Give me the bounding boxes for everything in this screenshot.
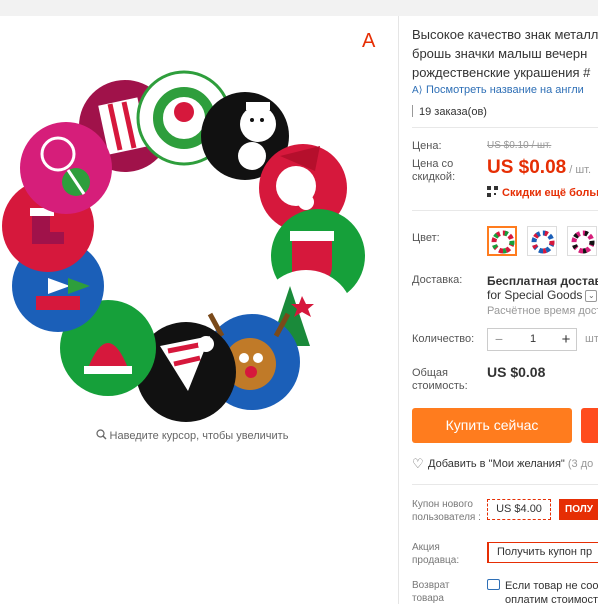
more-discounts-link[interactable]: Скидки ещё больш <box>487 186 598 199</box>
color-swatch-2[interactable] <box>527 226 557 256</box>
buy-now-button[interactable]: Купить сейчас <box>412 408 572 443</box>
old-price: US $0.10 / шт. <box>487 140 552 151</box>
zoom-hint-text: Наведите курсор, чтобы увеличить <box>109 430 289 442</box>
title-line: брошь значки малыш вечерн <box>412 46 588 61</box>
total-label: Общая стоимость: <box>412 367 468 392</box>
total-price: US $0.08 <box>487 364 546 380</box>
discount-price-label: Цена со скидкой: <box>412 158 456 183</box>
wishlist-count: (3 до <box>567 458 594 470</box>
product-gallery: A Наведите курсор, чтобы увеличить <box>0 16 398 604</box>
product-title: Высокое качество знак металл брошь значк… <box>412 25 598 82</box>
discount-price: US $0.08/ шт. <box>487 157 592 178</box>
separator <box>412 105 413 117</box>
swatch-thumbnail <box>571 230 595 254</box>
order-count: 19 заказа(ов) <box>412 105 487 118</box>
quantity-label: Количество: <box>412 333 475 345</box>
divider-line <box>412 127 598 128</box>
quantity-minus-button[interactable]: − <box>488 329 510 350</box>
color-swatch-1[interactable] <box>487 226 517 256</box>
color-swatch-3[interactable] <box>567 226 597 256</box>
translate-icon: A⟩ <box>412 85 423 96</box>
shipping-method: Бесплатная доставка <box>487 274 598 288</box>
translate-link[interactable]: A⟩ Посмотреть название на англи <box>412 84 584 96</box>
color-label: Цвет: <box>412 232 440 244</box>
coupon-value: US $4.00 <box>487 499 551 520</box>
shipping-eta: Расчётное время дост <box>487 305 598 317</box>
seller-coupon-button[interactable]: Получить купон пр <box>487 542 598 563</box>
shipping-carrier-select[interactable]: for Special Goods ⌄ <box>487 288 598 302</box>
title-line: рождественские украшения # <box>412 65 591 80</box>
quantity-plus-button[interactable]: + <box>556 329 576 350</box>
shipping-label: Доставка: <box>412 274 463 286</box>
returns-info: Если товар не соо оплатим стоимост <box>487 579 598 604</box>
price-label: Цена: <box>412 140 442 152</box>
divider-line <box>412 210 598 211</box>
zoom-hint: Наведите курсор, чтобы увеличить <box>0 429 384 442</box>
seller-promo-label: Акция продавца: <box>412 542 460 566</box>
chevron-down-icon: ⌄ <box>585 290 598 302</box>
product-image[interactable] <box>0 46 385 426</box>
new-user-coupon-label: Купон нового пользователя : <box>412 499 481 523</box>
return-policy-icon <box>487 579 500 590</box>
variant-letter: A <box>362 30 376 52</box>
badge-ring <box>2 70 365 422</box>
magnifier-icon <box>95 429 107 440</box>
quantity-input[interactable]: 1 <box>510 329 556 350</box>
get-coupon-button[interactable]: ПОЛУ <box>559 499 598 520</box>
quantity-unit: шт <box>585 333 598 345</box>
add-to-wishlist-link[interactable]: ♡ Добавить в "Мои желания" (3 до <box>412 456 593 472</box>
divider-line <box>412 484 598 485</box>
add-to-cart-button[interactable] <box>581 408 598 443</box>
returns-label: Возврат товара <box>412 580 450 604</box>
title-line: Высокое качество знак металл <box>412 27 598 42</box>
qr-code-icon <box>487 186 498 197</box>
swatch-thumbnail <box>531 230 555 254</box>
top-bar <box>0 0 598 16</box>
heart-icon: ♡ <box>412 456 424 471</box>
swatch-thumbnail <box>491 230 515 254</box>
product-detail-panel: Высокое качество знак металл брошь значк… <box>399 16 598 604</box>
quantity-stepper: − 1 + <box>487 328 577 351</box>
